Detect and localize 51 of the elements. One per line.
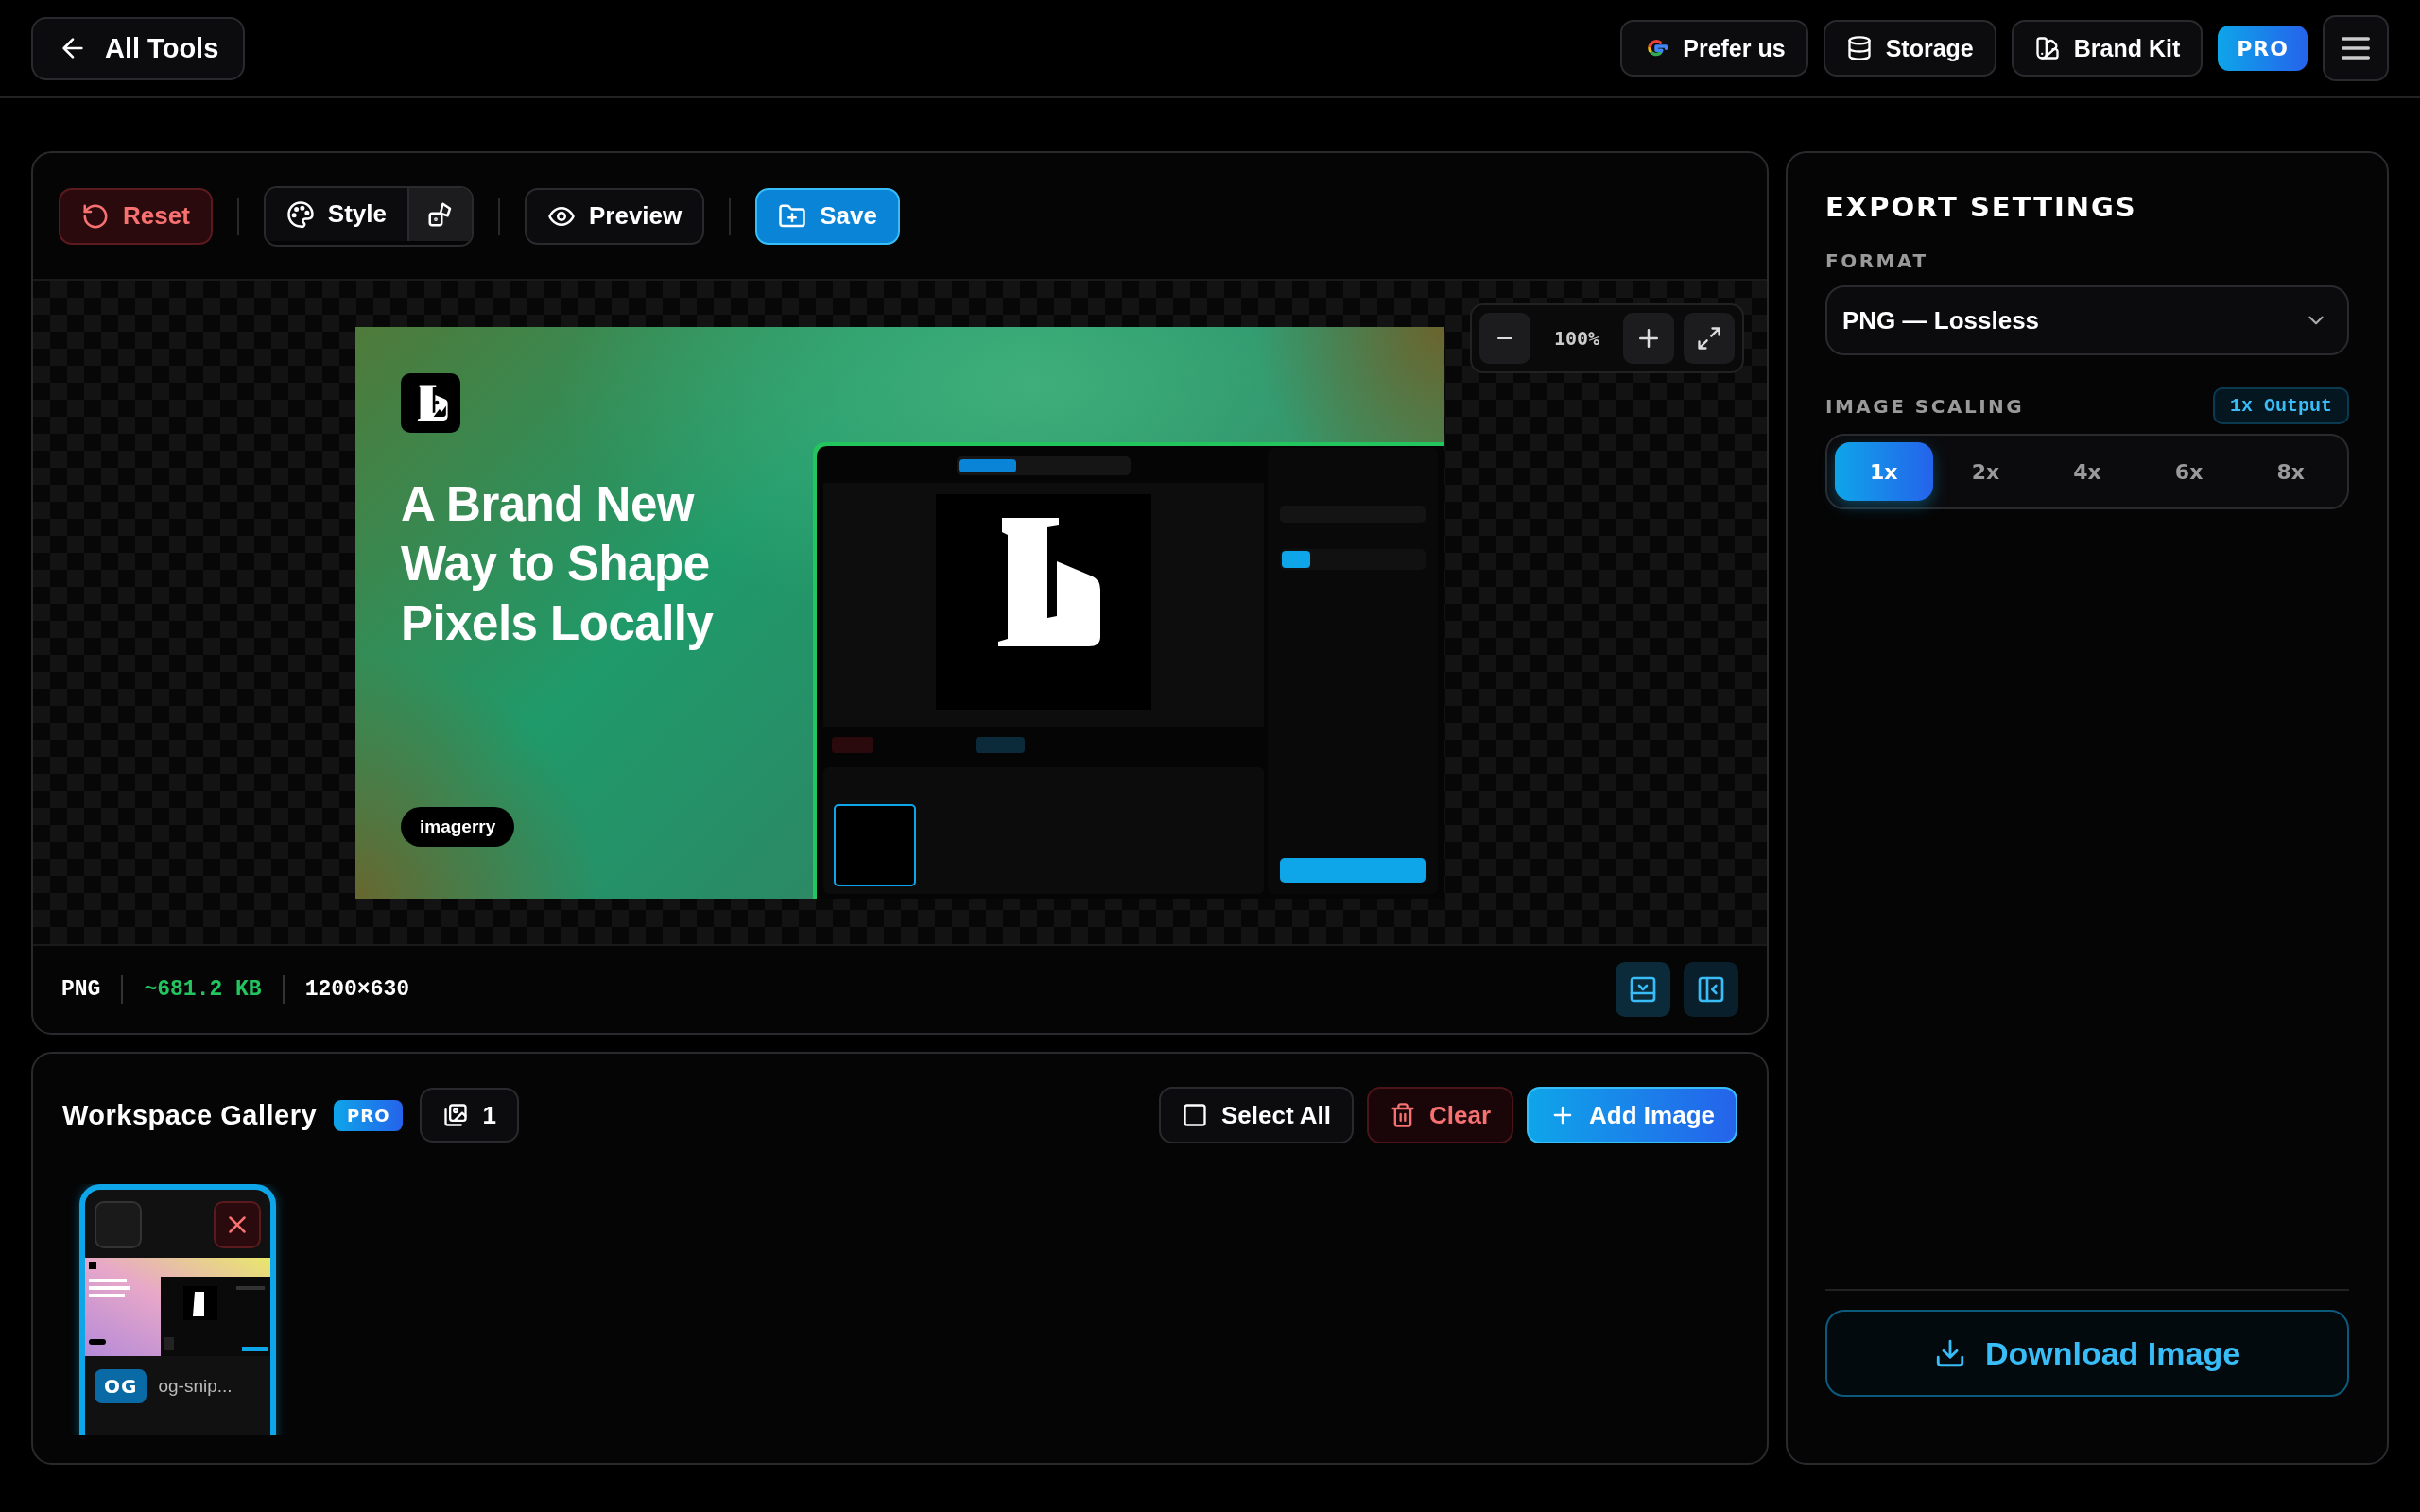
scale-option[interactable]: 1x: [1835, 442, 1933, 501]
zoom-level: 100%: [1552, 327, 1601, 350]
palette-icon: [285, 199, 315, 229]
format-heading: FORMAT: [1825, 249, 1929, 272]
scale-option[interactable]: 6x: [2139, 442, 2238, 501]
file-size: ~681.2 KB: [144, 977, 262, 1002]
format-badge: OG: [95, 1369, 147, 1403]
scaling-heading: IMAGE SCALING: [1825, 394, 2025, 418]
menu-button[interactable]: [2323, 15, 2389, 81]
file-name: og-snip...: [158, 1376, 233, 1397]
remove-button[interactable]: [214, 1201, 261, 1248]
reset-button[interactable]: Reset: [59, 187, 213, 245]
prefer-button[interactable]: Prefer us: [1620, 20, 1808, 77]
brand-kit-button[interactable]: Brand Kit: [2011, 20, 2204, 77]
images-icon: [442, 1102, 470, 1128]
panel-button[interactable]: [1616, 962, 1670, 1017]
gallery-title: Workspace Gallery: [62, 1099, 318, 1131]
save-button[interactable]: Save: [755, 187, 900, 245]
select-checkbox[interactable]: [95, 1201, 142, 1248]
fullscreen-button[interactable]: [1684, 313, 1735, 364]
format-select[interactable]: PNG — Lossless: [1825, 285, 2349, 355]
headline: A Brand New Way to Shape Pixels Locally: [401, 475, 714, 652]
sidebar-button[interactable]: [1684, 962, 1738, 1017]
select-all-button[interactable]: Select All: [1158, 1087, 1355, 1143]
preview-button[interactable]: Preview: [525, 187, 705, 245]
output-badge: 1x Output: [2212, 387, 2349, 424]
swatch-icon: [2033, 35, 2061, 61]
shapes-button[interactable]: [407, 187, 472, 241]
expand-icon: [1696, 325, 1722, 352]
scale-option[interactable]: 4x: [2038, 442, 2136, 501]
format-label: PNG: [61, 977, 101, 1002]
style-button[interactable]: Style: [265, 187, 407, 241]
zoom-in-button[interactable]: [1623, 313, 1674, 364]
image-dimensions: 1200×630: [304, 977, 410, 1002]
image-count: 1: [420, 1088, 519, 1143]
format-value: PNG — Lossless: [1842, 305, 2040, 335]
storage-button[interactable]: Storage: [1823, 20, 1996, 77]
brand-chip: imagerry: [401, 806, 515, 847]
panel-bottom-icon: [1628, 974, 1658, 1005]
clear-button[interactable]: Clear: [1367, 1087, 1514, 1143]
add-image-button[interactable]: Add Image: [1527, 1087, 1737, 1143]
download-button[interactable]: Download Image: [1825, 1310, 2349, 1397]
scale-option[interactable]: 8x: [2241, 442, 2340, 501]
pro-badge: PRO: [334, 1099, 404, 1131]
scale-option[interactable]: 2x: [1936, 442, 2035, 501]
panel-title: EXPORT SETTINGS: [1825, 191, 2138, 223]
panel-left-icon: [1696, 974, 1726, 1005]
pro-badge[interactable]: PRO: [2218, 26, 2308, 71]
back-button[interactable]: All Tools: [31, 16, 246, 80]
gallery-thumbnail[interactable]: OG og-snip...: [79, 1184, 276, 1435]
database-icon: [1845, 35, 1873, 61]
